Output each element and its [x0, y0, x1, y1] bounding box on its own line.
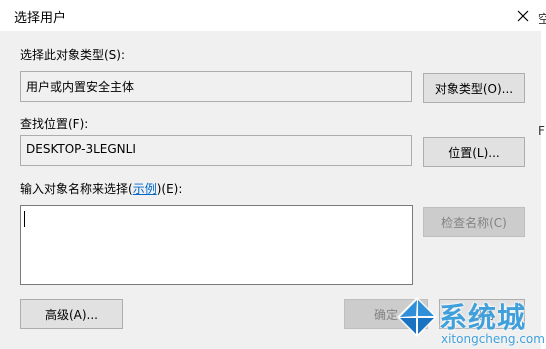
location-label: 查找位置(F): [20, 117, 89, 131]
examples-link[interactable]: 示例 [133, 182, 157, 196]
location-field: DESKTOP-3LEGNLI [20, 135, 412, 166]
close-icon [517, 10, 529, 22]
advanced-button[interactable]: 高级(A)... [20, 299, 123, 329]
locations-button[interactable]: 位置(L)... [423, 137, 525, 167]
check-names-button[interactable]: 检查名称(C) [423, 207, 525, 237]
object-names-label-suffix: )(E): [156, 182, 183, 196]
object-names-input[interactable] [20, 205, 413, 285]
title-bar: 选择用户 [0, 0, 546, 31]
object-type-field: 用户或内置安全主体 [20, 71, 412, 102]
background-text-mid: F [538, 124, 545, 138]
windows-logo-icon [395, 295, 439, 348]
watermark-url: xitongcheng.com [441, 332, 545, 346]
close-button[interactable] [505, 0, 541, 31]
watermark-text: 系统城 [439, 301, 527, 334]
dialog-title: 选择用户 [14, 11, 67, 26]
watermark: 系统城 xitongcheng.com [393, 294, 546, 349]
text-caret [24, 211, 25, 227]
background-text-top: 空 [538, 12, 546, 26]
object-types-button[interactable]: 对象类型(O)... [423, 73, 525, 103]
object-names-label: 输入对象名称来选择(示例)(E): [20, 180, 182, 197]
object-names-label-prefix: 输入对象名称来选择( [20, 182, 133, 196]
object-type-label: 选择此对象类型(S): [20, 48, 126, 62]
